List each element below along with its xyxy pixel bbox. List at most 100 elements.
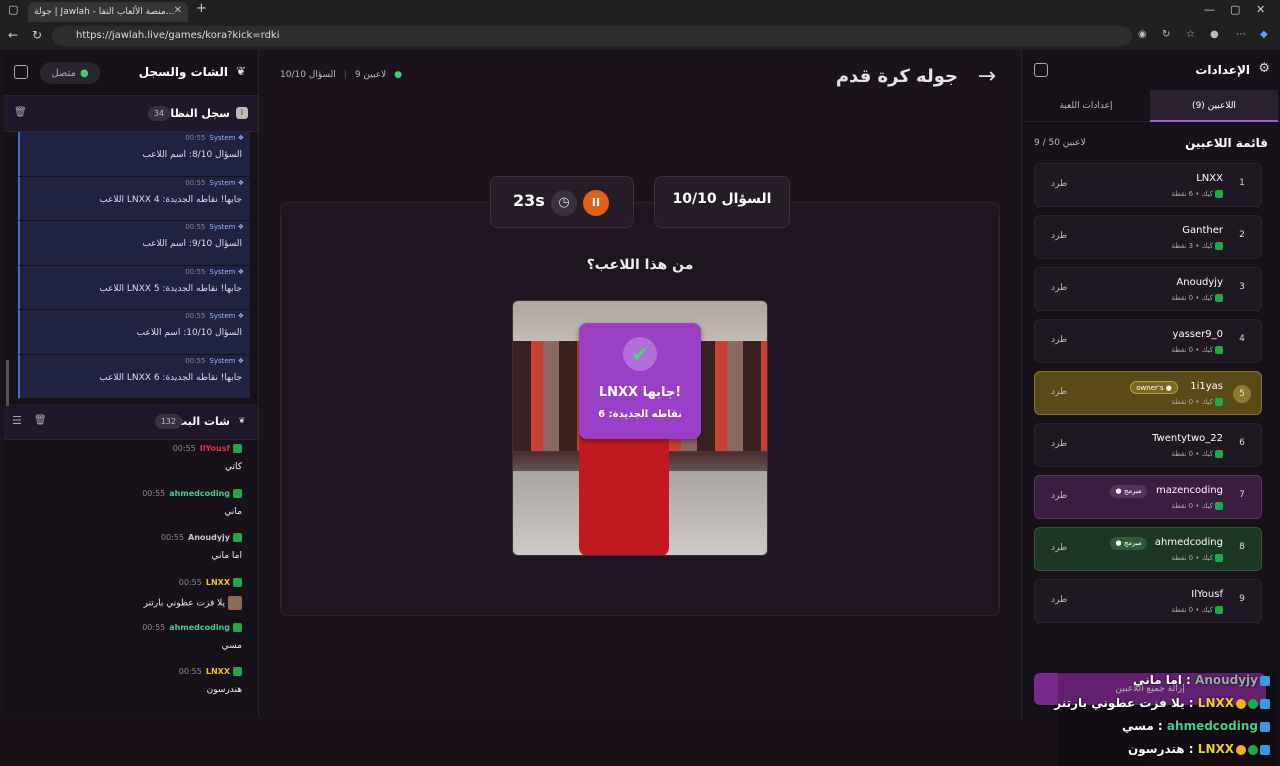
player-card: 9 IlYousf كيك • 0 نقطة طرد xyxy=(1034,579,1262,623)
chat-author[interactable]: ahmedcoding xyxy=(169,623,230,632)
settings-title: الإعدادات xyxy=(1195,63,1250,77)
player-score: كيك • 3 نقطة xyxy=(1171,242,1223,250)
kick-badge-icon xyxy=(1260,721,1270,732)
kick-button[interactable]: طرد xyxy=(1051,595,1067,605)
bot-icon: ❖ xyxy=(237,267,244,276)
kick-button[interactable]: طرد xyxy=(1051,231,1067,241)
chat-author[interactable]: LNXX xyxy=(206,578,230,587)
copilot-icon[interactable]: ◆ xyxy=(1260,29,1268,40)
kick-button[interactable]: طرد xyxy=(1051,179,1067,189)
tab-title: جولة | Jawlah - منصة الألعاب التفا... xyxy=(34,7,175,17)
browser-tab[interactable]: جولة | Jawlah - منصة الألعاب التفا... ✕ xyxy=(28,2,188,22)
info-icon: i xyxy=(236,107,248,119)
log-text: السؤال 9/10: اسم اللاعب xyxy=(142,239,242,249)
log-time: 00:55 xyxy=(185,312,206,320)
player-score: كيك • 6 نقطة xyxy=(1171,190,1223,198)
player-rank: 1 xyxy=(1239,178,1245,188)
pause-button[interactable]: II xyxy=(583,190,609,216)
log-meta: 00:55 System ❖ xyxy=(185,134,244,142)
player-card: 3 Anoudyjy كيك • 0 نقطة طرد xyxy=(1034,267,1262,311)
player-rank: 4 xyxy=(1239,334,1245,344)
back-icon[interactable]: ← xyxy=(8,28,18,42)
maximize-icon[interactable]: ▢ xyxy=(1230,3,1240,16)
chat-author[interactable]: LNXX xyxy=(206,667,230,676)
system-log-item: 00:55 System ❖ السؤال 9/10: اسم اللاعب xyxy=(18,221,250,266)
kick-button[interactable]: طرد xyxy=(1051,439,1067,449)
stream-chat-count: 132 xyxy=(154,414,182,429)
chat-text-content: كاتي xyxy=(224,462,242,472)
system-log-list[interactable]: 00:55 System ❖ السؤال 8/10: اسم اللاعب 00:5… xyxy=(4,132,258,404)
scrollbar[interactable] xyxy=(6,360,9,406)
overlay-chat-line: مسي : ahmedcoding xyxy=(1122,719,1270,741)
kick-button[interactable]: طرد xyxy=(1051,491,1067,501)
log-author: System xyxy=(209,134,236,142)
trash-icon[interactable]: 🗑 xyxy=(34,415,47,426)
profile-avatar[interactable]: ● xyxy=(1210,29,1219,40)
new-tab-button[interactable]: + xyxy=(196,1,207,16)
log-meta: 00:55 System ❖ xyxy=(185,179,244,187)
log-meta: 00:55 System ❖ xyxy=(185,223,244,231)
log-time: 00:55 xyxy=(185,267,206,276)
minimize-icon[interactable]: — xyxy=(1204,3,1215,16)
chat-text-content: مسي xyxy=(221,640,242,651)
gear-icon: ⚙ xyxy=(1258,61,1270,76)
player-rank: 3 xyxy=(1239,282,1245,292)
log-text: السؤال 10/10: اسم اللاعب xyxy=(136,328,242,338)
overlay-author: ahmedcoding xyxy=(1166,719,1258,733)
kick-badge-icon xyxy=(233,444,242,453)
system-log-item: 00:55 System ❖ اللاعب LNXX جابها! نقاطه ال… xyxy=(18,176,250,221)
favorites-icon[interactable]: ☆ xyxy=(1186,29,1195,40)
kick-badge-icon xyxy=(233,488,242,498)
kick-button[interactable]: طرد xyxy=(1051,387,1067,397)
player-name: yasser9_0 xyxy=(1172,329,1223,340)
collapse-panel-icon[interactable] xyxy=(1034,63,1048,77)
kick-button[interactable]: طرد xyxy=(1051,283,1067,293)
role-badge: ● مبرمج xyxy=(1110,537,1147,550)
extension-icon[interactable]: ◉ xyxy=(1138,29,1147,40)
player-card: 4 yasser9_0 كيك • 0 نقطة طرد xyxy=(1034,319,1262,363)
tab-close-icon[interactable]: ✕ xyxy=(174,5,182,16)
overlay-chat-line: يلا فزت عطوني بارتنر : LNXX xyxy=(1054,696,1270,718)
players-list-count: 9 / 50 لاعبين xyxy=(1034,138,1086,148)
verified-icon xyxy=(1248,744,1258,755)
sync-icon[interactable]: ↻ xyxy=(1162,29,1170,40)
question-card: السؤال 10/10 xyxy=(654,176,790,228)
kick-button[interactable]: طرد xyxy=(1051,543,1067,553)
chat-author[interactable]: ahmedcoding xyxy=(169,489,230,498)
chat-time: 00:55 xyxy=(178,667,202,677)
close-window-icon[interactable]: ✕ xyxy=(1256,3,1265,16)
log-author: System xyxy=(209,356,236,365)
tab-game-settings[interactable]: إعدادات اللعبة xyxy=(1022,90,1150,122)
online-dot-icon: ● xyxy=(394,70,403,80)
trash-icon[interactable]: 🗑 xyxy=(14,107,27,118)
chat-time: 00:55 xyxy=(160,533,185,543)
kick-badge-icon xyxy=(233,667,242,677)
menu-icon[interactable]: ⋯ xyxy=(1236,29,1246,40)
tab-players[interactable]: اللاعبين (9) xyxy=(1150,90,1278,122)
system-log-item: 00:55 System ❖ السؤال 8/10: اسم اللاعب xyxy=(18,132,250,177)
status-text: متصل xyxy=(51,67,76,79)
verified-icon xyxy=(1248,698,1258,709)
badge-icon xyxy=(1236,698,1246,709)
question-status: السؤال 10/10 xyxy=(280,70,336,80)
chat-author[interactable]: Anoudyjy xyxy=(188,533,230,542)
url-field[interactable]: https://jawlah.live/games/kora?kick=rdki xyxy=(52,26,1132,46)
tab-actions-icon[interactable]: ▢ xyxy=(8,3,18,16)
refresh-icon[interactable]: ↻ xyxy=(32,28,42,42)
back-arrow-icon[interactable]: → xyxy=(978,64,996,89)
overlay-text: هندرسون : xyxy=(1128,742,1194,756)
sort-icon[interactable]: ☰ xyxy=(12,414,22,427)
bot-icon: ❖ xyxy=(237,223,244,231)
log-meta: 00:55 System ❖ xyxy=(185,357,244,365)
overlay-author: Anoudyjy xyxy=(1195,673,1258,687)
kick-badge-icon xyxy=(1215,502,1223,510)
kick-button[interactable]: طرد xyxy=(1051,335,1067,345)
log-meta: 00:55 System ❖ xyxy=(185,268,244,276)
stream-chat-list[interactable]: 00:55 IlYousf كاتي 00:55 ahmedcoding ماني 00:5… xyxy=(4,440,258,716)
player-rank: 2 xyxy=(1239,230,1245,240)
chat-author[interactable]: IlYousf xyxy=(200,444,230,453)
collapse-panel-icon[interactable] xyxy=(14,65,28,79)
chat-text: يلا فزت عطوني بارتنر xyxy=(144,596,242,611)
chat-text: مسي xyxy=(222,641,242,651)
popup-title: LNXX جابها! xyxy=(598,385,682,400)
